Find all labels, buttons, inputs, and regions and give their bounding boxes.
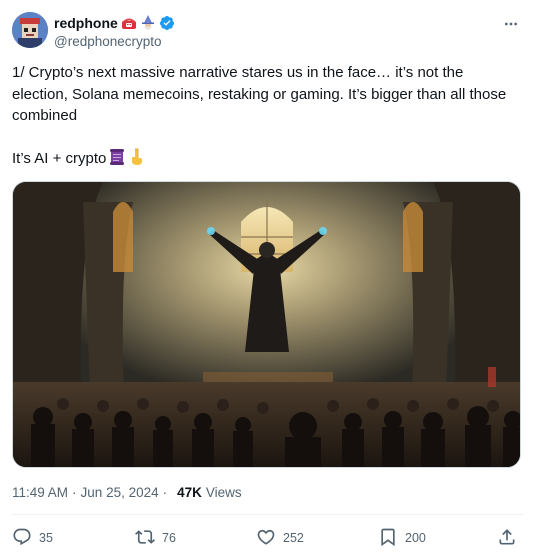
separator-dot: · [162,485,168,500]
like-count: 252 [283,531,304,545]
tweet-text: 1/ Crypto’s next massive narrative stare… [12,62,512,172]
views-label: Views [205,485,242,500]
tweet-meta: 11:49 AM · Jun 25, 2024 · 47K Views [12,485,242,500]
share-button[interactable] [497,524,517,552]
more-options-icon[interactable] [499,14,523,34]
user-info: redphone @redphonecrypto [54,14,175,49]
reply-button[interactable]: 35 [12,524,53,552]
bookmark-button[interactable]: 200 [378,524,426,552]
verified-badge-icon[interactable] [159,15,175,31]
repost-count: 76 [162,531,176,545]
wizard-icon [140,15,156,31]
tweet-paragraph-2-text: It’s AI + crypto [12,149,107,167]
avatar[interactable] [12,12,48,48]
tweet-date[interactable]: Jun 25, 2024 [81,485,159,500]
action-bar: 35 76 252 200 [12,524,523,552]
separator-dot: · [72,485,77,500]
tweet-image[interactable] [12,181,521,468]
reply-count: 35 [39,531,53,545]
divider [12,514,523,515]
display-name[interactable]: redphone [54,15,118,31]
views-count[interactable]: 47K [177,485,202,500]
tweet-header: redphone @redphonecrypto [12,12,523,52]
share-icon [497,527,517,550]
name-row: redphone [54,14,175,32]
reply-icon [12,527,32,550]
user-handle[interactable]: @redphonecrypto [54,34,175,49]
tweet-time[interactable]: 11:49 AM [12,485,68,500]
telephone-icon [121,15,137,31]
bookmark-count: 200 [405,531,426,545]
tweet-card: redphone @redphonecrypto 1/ Crypto’s nex… [0,0,535,557]
repost-icon [135,527,155,550]
tweet-paragraph-2: It’s AI + crypto [12,148,512,173]
tweet-paragraph-1: 1/ Crypto’s next massive narrative stare… [12,64,507,124]
repost-button[interactable]: 76 [135,524,176,552]
heart-icon [256,527,276,550]
like-button[interactable]: 252 [256,524,304,552]
bookmark-icon [378,527,398,550]
pointing-down-icon [128,148,146,173]
scroll-icon [108,148,126,173]
